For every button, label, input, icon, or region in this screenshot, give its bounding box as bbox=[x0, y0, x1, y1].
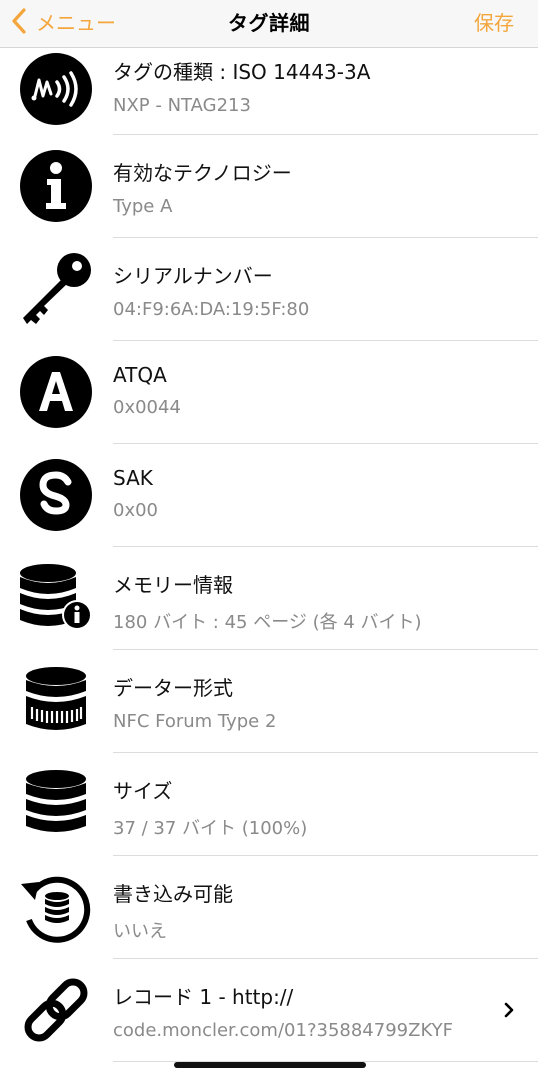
item-value: 04:F9:6A:DA:19:5F:80 bbox=[113, 299, 310, 320]
list-item-writable: 書き込み可能 いいえ bbox=[0, 856, 538, 959]
item-value: 37 / 37 バイト (100%) bbox=[113, 818, 308, 839]
home-indicator[interactable] bbox=[174, 1062, 366, 1068]
item-label: ATQA bbox=[113, 363, 167, 387]
letter-a-icon bbox=[19, 355, 93, 429]
database-icon bbox=[19, 767, 93, 841]
list-item-tag-type: タグの種類 : ISO 14443-3A NXP - NTAG213 bbox=[0, 48, 538, 135]
list-item-data-format: データー形式 NFC Forum Type 2 bbox=[0, 650, 538, 753]
list-item-technology: 有効なテクノロジー Type A bbox=[0, 135, 538, 238]
item-label: サイズ bbox=[113, 779, 173, 803]
item-value: NXP - NTAG213 bbox=[113, 95, 251, 116]
item-label: 有効なテクノロジー bbox=[113, 161, 292, 185]
list-item-serial-number: シリアルナンバー 04:F9:6A:DA:19:5F:80 bbox=[0, 238, 538, 341]
database-format-icon bbox=[19, 664, 93, 738]
item-value: NFC Forum Type 2 bbox=[113, 711, 277, 732]
item-label: データー形式 bbox=[113, 676, 233, 700]
key-icon bbox=[19, 252, 93, 326]
item-label: レコード 1 - http:// bbox=[113, 985, 294, 1009]
letter-s-icon bbox=[19, 458, 93, 532]
list-item-sak: SAK 0x00 bbox=[0, 444, 538, 547]
list-item-atqa: ATQA 0x0044 bbox=[0, 341, 538, 444]
item-label: 書き込み可能 bbox=[113, 882, 233, 906]
navigation-bar: メニュー タグ詳細 保存 bbox=[0, 0, 538, 48]
item-value: code.moncler.com/01?35884799ZKYF bbox=[113, 1020, 453, 1041]
save-button[interactable]: 保存 bbox=[474, 7, 514, 36]
list-item-memory-info: メモリー情報 180 バイト : 45 ページ (各 4 バイト) bbox=[0, 547, 538, 650]
database-info-icon bbox=[19, 561, 93, 635]
chevron-right-icon bbox=[504, 1002, 514, 1018]
tag-detail-list: タグの種類 : ISO 14443-3A NXP - NTAG213 有効なテク… bbox=[0, 48, 538, 1062]
nfc-wave-icon bbox=[19, 52, 93, 126]
item-label: シリアルナンバー bbox=[113, 264, 273, 288]
list-item-size: サイズ 37 / 37 バイト (100%) bbox=[0, 753, 538, 856]
item-value: 0x00 bbox=[113, 500, 159, 521]
link-icon bbox=[19, 973, 93, 1047]
item-label: タグの種類 : ISO 14443-3A bbox=[113, 60, 371, 84]
item-value: Type A bbox=[113, 196, 173, 217]
page-title: タグ詳細 bbox=[228, 11, 310, 35]
item-label: SAK bbox=[113, 466, 153, 490]
item-label: メモリー情報 bbox=[113, 573, 233, 597]
list-item-record-1[interactable]: レコード 1 - http:// code.moncler.com/01?358… bbox=[0, 959, 538, 1062]
item-value: 0x0044 bbox=[113, 397, 181, 418]
info-icon bbox=[19, 149, 93, 223]
item-value: 180 バイト : 45 ページ (各 4 バイト) bbox=[113, 612, 422, 633]
database-refresh-icon bbox=[19, 870, 93, 944]
item-value: いいえ bbox=[113, 921, 167, 942]
